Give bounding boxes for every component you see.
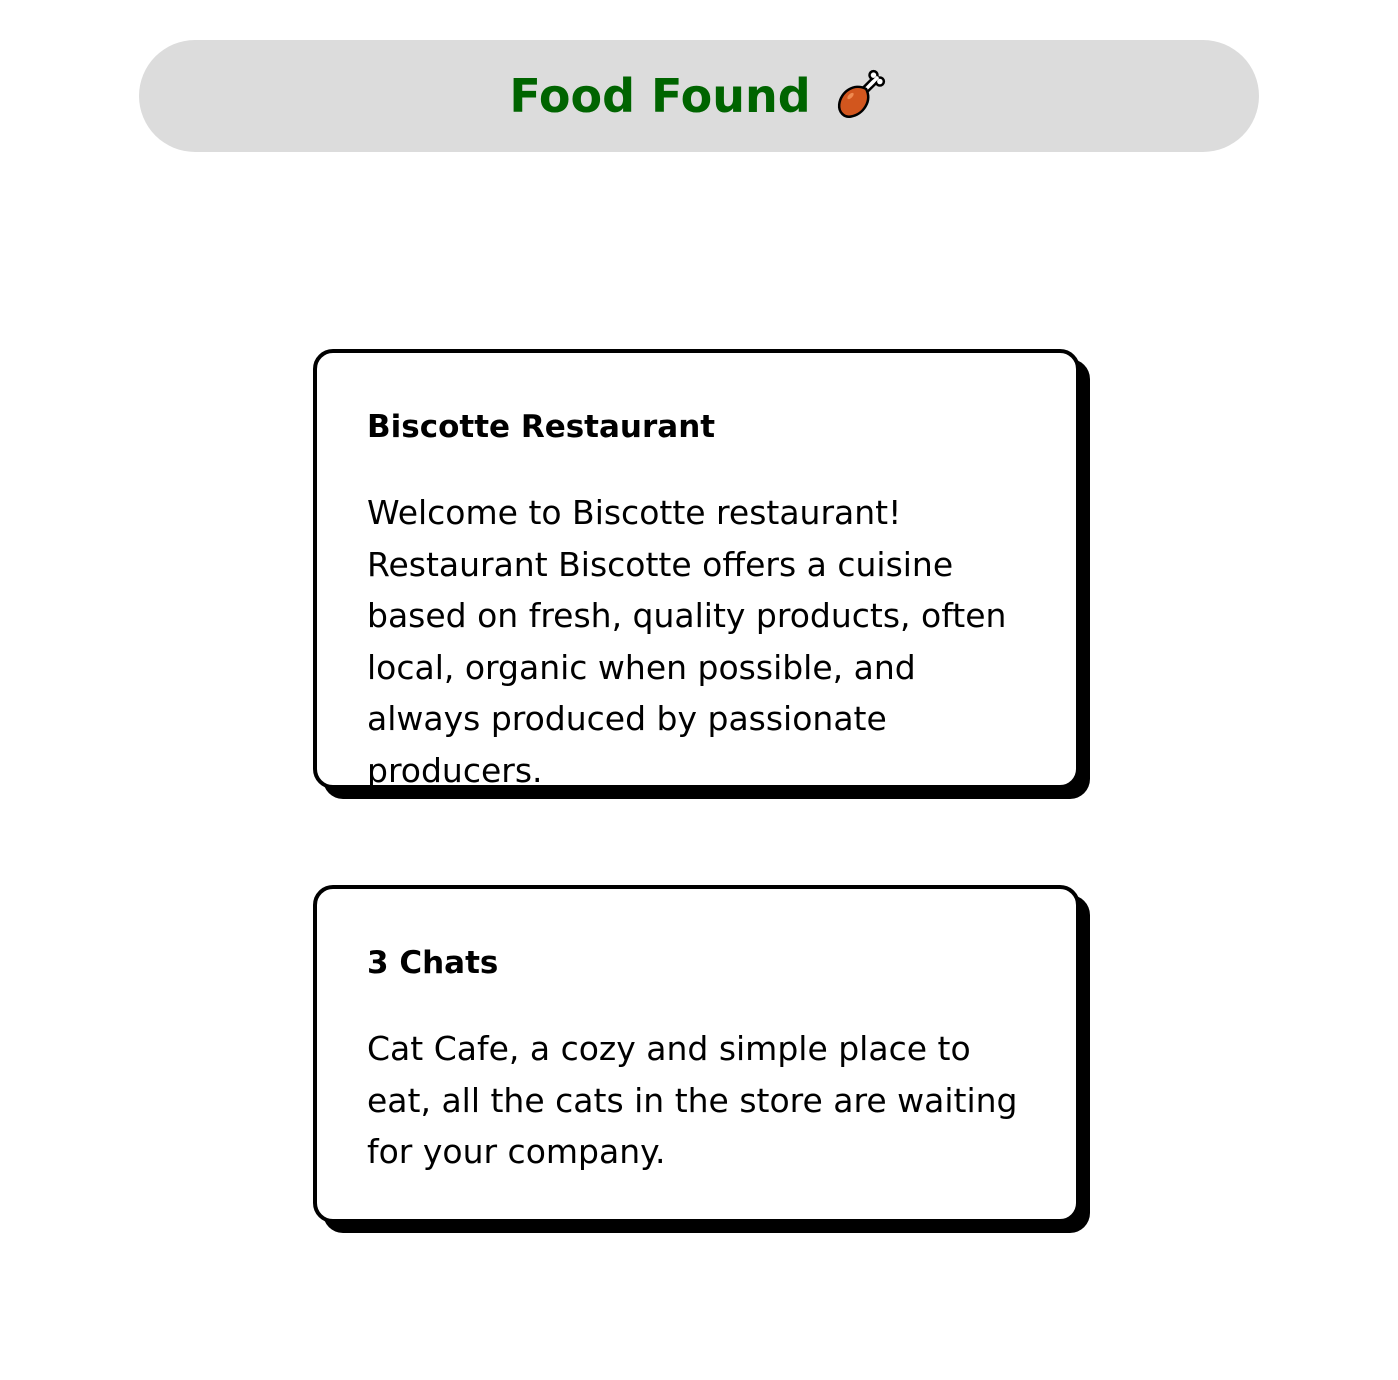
restaurant-card[interactable]: 3 Chats Cat Cafe, a cozy and simple plac… <box>313 885 1080 1223</box>
restaurant-card[interactable]: Biscotte Restaurant Welcome to Biscotte … <box>313 349 1080 790</box>
restaurant-card-description: Cat Cafe, a cozy and simple place to eat… <box>367 1029 1018 1171</box>
restaurant-card-title: Biscotte Restaurant <box>367 409 716 445</box>
restaurant-card-description: Welcome to Biscotte restaurant! Restaura… <box>367 493 1007 790</box>
page-header: Food Found <box>139 40 1259 152</box>
page-title: Food Found <box>509 69 811 123</box>
header-title-group: Food Found <box>509 66 888 126</box>
restaurant-card-title: 3 Chats <box>367 945 499 981</box>
poultry-leg-icon <box>837 69 885 118</box>
